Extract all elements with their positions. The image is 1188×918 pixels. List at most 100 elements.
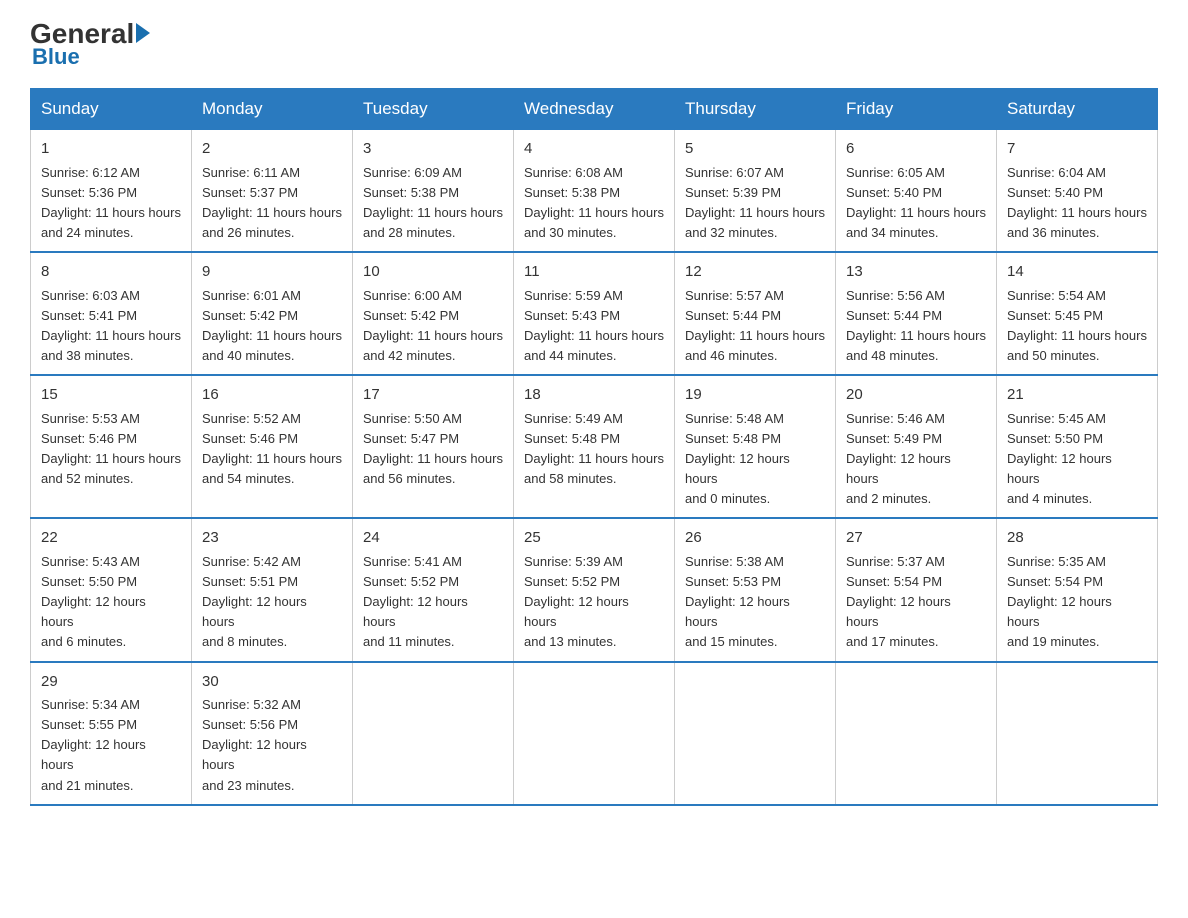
calendar-cell: 8Sunrise: 6:03 AMSunset: 5:41 PMDaylight…	[31, 252, 192, 375]
day-info: Sunrise: 5:41 AMSunset: 5:52 PMDaylight:…	[363, 552, 503, 653]
day-number: 8	[41, 261, 181, 284]
calendar-cell: 9Sunrise: 6:01 AMSunset: 5:42 PMDaylight…	[192, 252, 353, 375]
day-number: 1	[41, 138, 181, 161]
calendar-cell: 29Sunrise: 5:34 AMSunset: 5:55 PMDayligh…	[31, 662, 192, 805]
day-info: Sunrise: 5:43 AMSunset: 5:50 PMDaylight:…	[41, 552, 181, 653]
calendar-cell: 5Sunrise: 6:07 AMSunset: 5:39 PMDaylight…	[675, 130, 836, 253]
week-row-2: 8Sunrise: 6:03 AMSunset: 5:41 PMDaylight…	[31, 252, 1158, 375]
calendar-cell: 18Sunrise: 5:49 AMSunset: 5:48 PMDayligh…	[514, 375, 675, 518]
calendar-cell: 27Sunrise: 5:37 AMSunset: 5:54 PMDayligh…	[836, 518, 997, 661]
day-number: 10	[363, 261, 503, 284]
day-number: 5	[685, 138, 825, 161]
day-number: 2	[202, 138, 342, 161]
calendar-cell: 1Sunrise: 6:12 AMSunset: 5:36 PMDaylight…	[31, 130, 192, 253]
col-header-friday: Friday	[836, 89, 997, 130]
day-number: 14	[1007, 261, 1147, 284]
calendar-cell: 26Sunrise: 5:38 AMSunset: 5:53 PMDayligh…	[675, 518, 836, 661]
day-info: Sunrise: 5:50 AMSunset: 5:47 PMDaylight:…	[363, 409, 503, 490]
calendar-cell: 6Sunrise: 6:05 AMSunset: 5:40 PMDaylight…	[836, 130, 997, 253]
calendar-table: SundayMondayTuesdayWednesdayThursdayFrid…	[30, 88, 1158, 806]
day-number: 7	[1007, 138, 1147, 161]
day-info: Sunrise: 5:39 AMSunset: 5:52 PMDaylight:…	[524, 552, 664, 653]
day-number: 24	[363, 527, 503, 550]
day-number: 26	[685, 527, 825, 550]
col-header-sunday: Sunday	[31, 89, 192, 130]
calendar-cell: 10Sunrise: 6:00 AMSunset: 5:42 PMDayligh…	[353, 252, 514, 375]
day-number: 12	[685, 261, 825, 284]
calendar-header-row: SundayMondayTuesdayWednesdayThursdayFrid…	[31, 89, 1158, 130]
calendar-cell: 30Sunrise: 5:32 AMSunset: 5:56 PMDayligh…	[192, 662, 353, 805]
calendar-cell: 13Sunrise: 5:56 AMSunset: 5:44 PMDayligh…	[836, 252, 997, 375]
logo: General Blue	[30, 20, 150, 70]
col-header-wednesday: Wednesday	[514, 89, 675, 130]
calendar-cell: 16Sunrise: 5:52 AMSunset: 5:46 PMDayligh…	[192, 375, 353, 518]
day-number: 3	[363, 138, 503, 161]
day-number: 27	[846, 527, 986, 550]
calendar-cell: 17Sunrise: 5:50 AMSunset: 5:47 PMDayligh…	[353, 375, 514, 518]
col-header-tuesday: Tuesday	[353, 89, 514, 130]
day-number: 16	[202, 384, 342, 407]
day-info: Sunrise: 5:34 AMSunset: 5:55 PMDaylight:…	[41, 695, 181, 796]
calendar-cell	[514, 662, 675, 805]
day-info: Sunrise: 5:48 AMSunset: 5:48 PMDaylight:…	[685, 409, 825, 510]
page-header: General Blue	[30, 20, 1158, 70]
day-info: Sunrise: 6:04 AMSunset: 5:40 PMDaylight:…	[1007, 163, 1147, 244]
day-number: 15	[41, 384, 181, 407]
day-info: Sunrise: 6:08 AMSunset: 5:38 PMDaylight:…	[524, 163, 664, 244]
calendar-cell	[675, 662, 836, 805]
day-number: 29	[41, 671, 181, 694]
calendar-cell: 3Sunrise: 6:09 AMSunset: 5:38 PMDaylight…	[353, 130, 514, 253]
day-number: 28	[1007, 527, 1147, 550]
col-header-monday: Monday	[192, 89, 353, 130]
logo-blue-text: Blue	[32, 44, 80, 70]
day-info: Sunrise: 5:46 AMSunset: 5:49 PMDaylight:…	[846, 409, 986, 510]
day-number: 19	[685, 384, 825, 407]
calendar-cell	[997, 662, 1158, 805]
day-info: Sunrise: 6:09 AMSunset: 5:38 PMDaylight:…	[363, 163, 503, 244]
day-info: Sunrise: 5:32 AMSunset: 5:56 PMDaylight:…	[202, 695, 342, 796]
calendar-cell: 24Sunrise: 5:41 AMSunset: 5:52 PMDayligh…	[353, 518, 514, 661]
calendar-cell: 28Sunrise: 5:35 AMSunset: 5:54 PMDayligh…	[997, 518, 1158, 661]
day-info: Sunrise: 5:38 AMSunset: 5:53 PMDaylight:…	[685, 552, 825, 653]
calendar-cell: 25Sunrise: 5:39 AMSunset: 5:52 PMDayligh…	[514, 518, 675, 661]
day-number: 25	[524, 527, 664, 550]
calendar-cell	[353, 662, 514, 805]
day-info: Sunrise: 5:37 AMSunset: 5:54 PMDaylight:…	[846, 552, 986, 653]
day-number: 30	[202, 671, 342, 694]
day-info: Sunrise: 5:45 AMSunset: 5:50 PMDaylight:…	[1007, 409, 1147, 510]
day-info: Sunrise: 6:05 AMSunset: 5:40 PMDaylight:…	[846, 163, 986, 244]
calendar-cell: 15Sunrise: 5:53 AMSunset: 5:46 PMDayligh…	[31, 375, 192, 518]
day-info: Sunrise: 5:57 AMSunset: 5:44 PMDaylight:…	[685, 286, 825, 367]
day-info: Sunrise: 6:01 AMSunset: 5:42 PMDaylight:…	[202, 286, 342, 367]
logo-arrow-icon	[136, 23, 150, 43]
day-info: Sunrise: 6:00 AMSunset: 5:42 PMDaylight:…	[363, 286, 503, 367]
calendar-cell: 14Sunrise: 5:54 AMSunset: 5:45 PMDayligh…	[997, 252, 1158, 375]
day-number: 6	[846, 138, 986, 161]
calendar-cell: 7Sunrise: 6:04 AMSunset: 5:40 PMDaylight…	[997, 130, 1158, 253]
day-number: 23	[202, 527, 342, 550]
day-info: Sunrise: 6:03 AMSunset: 5:41 PMDaylight:…	[41, 286, 181, 367]
calendar-cell: 11Sunrise: 5:59 AMSunset: 5:43 PMDayligh…	[514, 252, 675, 375]
week-row-4: 22Sunrise: 5:43 AMSunset: 5:50 PMDayligh…	[31, 518, 1158, 661]
day-info: Sunrise: 5:35 AMSunset: 5:54 PMDaylight:…	[1007, 552, 1147, 653]
day-info: Sunrise: 5:49 AMSunset: 5:48 PMDaylight:…	[524, 409, 664, 490]
day-info: Sunrise: 5:52 AMSunset: 5:46 PMDaylight:…	[202, 409, 342, 490]
day-info: Sunrise: 5:54 AMSunset: 5:45 PMDaylight:…	[1007, 286, 1147, 367]
calendar-cell: 19Sunrise: 5:48 AMSunset: 5:48 PMDayligh…	[675, 375, 836, 518]
day-number: 20	[846, 384, 986, 407]
week-row-5: 29Sunrise: 5:34 AMSunset: 5:55 PMDayligh…	[31, 662, 1158, 805]
calendar-cell: 4Sunrise: 6:08 AMSunset: 5:38 PMDaylight…	[514, 130, 675, 253]
day-number: 4	[524, 138, 664, 161]
day-number: 11	[524, 261, 664, 284]
day-info: Sunrise: 5:59 AMSunset: 5:43 PMDaylight:…	[524, 286, 664, 367]
day-number: 21	[1007, 384, 1147, 407]
day-info: Sunrise: 6:11 AMSunset: 5:37 PMDaylight:…	[202, 163, 342, 244]
calendar-cell: 23Sunrise: 5:42 AMSunset: 5:51 PMDayligh…	[192, 518, 353, 661]
calendar-cell: 2Sunrise: 6:11 AMSunset: 5:37 PMDaylight…	[192, 130, 353, 253]
calendar-cell: 12Sunrise: 5:57 AMSunset: 5:44 PMDayligh…	[675, 252, 836, 375]
week-row-3: 15Sunrise: 5:53 AMSunset: 5:46 PMDayligh…	[31, 375, 1158, 518]
week-row-1: 1Sunrise: 6:12 AMSunset: 5:36 PMDaylight…	[31, 130, 1158, 253]
day-info: Sunrise: 6:07 AMSunset: 5:39 PMDaylight:…	[685, 163, 825, 244]
col-header-saturday: Saturday	[997, 89, 1158, 130]
day-number: 9	[202, 261, 342, 284]
